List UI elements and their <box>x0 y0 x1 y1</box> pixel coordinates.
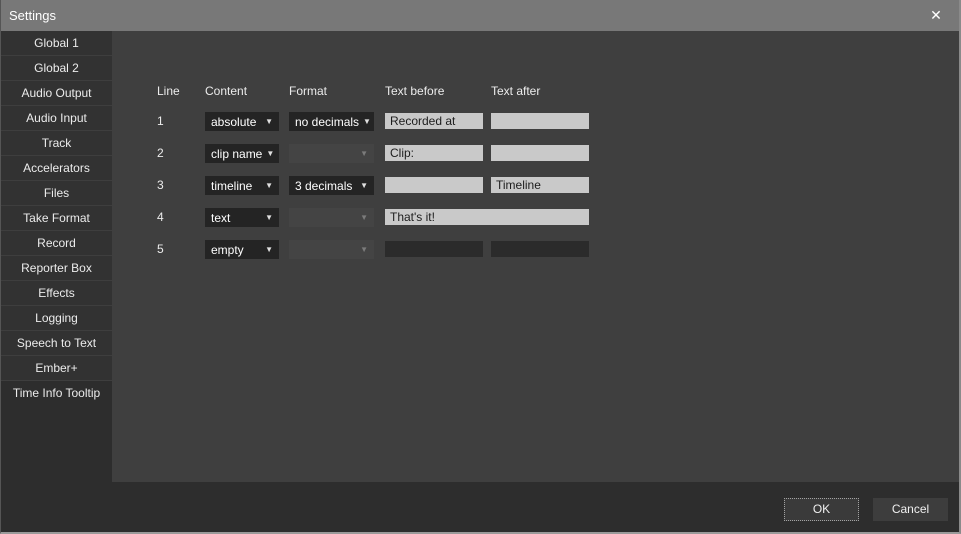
sidebar-item-global-2[interactable]: Global 2 <box>1 56 112 81</box>
format-dropdown-disabled: ▼ <box>289 144 374 163</box>
chevron-down-icon: ▼ <box>265 181 273 190</box>
format-dropdown[interactable]: 3 decimals ▼ <box>289 176 374 195</box>
text-after-input[interactable] <box>491 177 589 193</box>
window-title: Settings <box>9 0 56 31</box>
col-header-content: Content <box>205 85 289 98</box>
sidebar-item-files[interactable]: Files <box>1 181 112 206</box>
sidebar-item-logging[interactable]: Logging <box>1 306 112 331</box>
sidebar-item-speech-to-text[interactable]: Speech to Text <box>1 331 112 356</box>
text-after-input-disabled <box>491 241 589 257</box>
line-number: 1 <box>157 112 205 131</box>
time-info-tooltip-panel: Line Content Format Text before Text aft… <box>112 31 959 482</box>
format-dropdown-disabled: ▼ <box>289 208 374 227</box>
chevron-down-icon: ▼ <box>266 149 274 158</box>
col-header-text-after: Text after <box>491 85 589 98</box>
footer-bar: OK Cancel <box>1 482 959 532</box>
line-number: 3 <box>157 176 205 195</box>
sidebar-item-audio-input[interactable]: Audio Input <box>1 106 112 131</box>
sidebar-item-track[interactable]: Track <box>1 131 112 156</box>
chevron-down-icon: ▼ <box>265 245 273 254</box>
sidebar-item-accelerators[interactable]: Accelerators <box>1 156 112 181</box>
col-header-text-before: Text before <box>385 85 491 98</box>
chevron-down-icon: ▼ <box>360 149 368 158</box>
chevron-down-icon: ▼ <box>360 245 368 254</box>
text-before-input[interactable] <box>385 177 483 193</box>
sidebar-item-time-info-tooltip[interactable]: Time Info Tooltip <box>1 381 112 406</box>
titlebar[interactable]: Settings ✕ <box>1 0 959 31</box>
wide-text-input[interactable] <box>385 209 589 225</box>
table-row: 1 absolute ▼ no decimals ▼ <box>157 112 589 144</box>
text-before-input[interactable] <box>385 145 483 161</box>
table-row: 3 timeline ▼ 3 decimals ▼ <box>157 176 589 208</box>
chevron-down-icon: ▼ <box>360 181 368 190</box>
sidebar-item-audio-output[interactable]: Audio Output <box>1 81 112 106</box>
text-after-input[interactable] <box>491 145 589 161</box>
content-dropdown[interactable]: text ▼ <box>205 208 279 227</box>
table-row: 5 empty ▼ ▼ <box>157 240 589 272</box>
cancel-button[interactable]: Cancel <box>873 498 948 521</box>
text-after-input[interactable] <box>491 113 589 129</box>
chevron-down-icon: ▼ <box>363 117 371 126</box>
sidebar-item-take-format[interactable]: Take Format <box>1 206 112 231</box>
sidebar-item-ember[interactable]: Ember+ <box>1 356 112 381</box>
table-row: 2 clip name ▼ ▼ <box>157 144 589 176</box>
format-dropdown[interactable]: no decimals ▼ <box>289 112 374 131</box>
line-number: 4 <box>157 208 205 227</box>
sidebar-item-record[interactable]: Record <box>1 231 112 256</box>
sidebar-item-global-1[interactable]: Global 1 <box>1 31 112 56</box>
close-icon[interactable]: ✕ <box>921 0 951 31</box>
chevron-down-icon: ▼ <box>265 117 273 126</box>
content-dropdown[interactable]: timeline ▼ <box>205 176 279 195</box>
content-dropdown[interactable]: clip name ▼ <box>205 144 279 163</box>
sidebar-item-effects[interactable]: Effects <box>1 281 112 306</box>
line-number: 5 <box>157 240 205 259</box>
ok-button[interactable]: OK <box>784 498 859 521</box>
content-dropdown[interactable]: absolute ▼ <box>205 112 279 131</box>
format-dropdown-disabled: ▼ <box>289 240 374 259</box>
col-header-format: Format <box>289 85 385 98</box>
settings-window: Settings ✕ Global 1 Global 2 Audio Outpu… <box>0 0 961 534</box>
table-row: 4 text ▼ ▼ <box>157 208 589 240</box>
text-before-input[interactable] <box>385 113 483 129</box>
tooltip-lines-table: Line Content Format Text before Text aft… <box>157 85 589 272</box>
table-header: Line Content Format Text before Text aft… <box>157 85 589 98</box>
col-header-line: Line <box>157 85 205 98</box>
sidebar-item-reporter-box[interactable]: Reporter Box <box>1 256 112 281</box>
chevron-down-icon: ▼ <box>360 213 368 222</box>
content-dropdown[interactable]: empty ▼ <box>205 240 279 259</box>
text-before-input-disabled <box>385 241 483 257</box>
chevron-down-icon: ▼ <box>265 213 273 222</box>
line-number: 2 <box>157 144 205 163</box>
sidebar: Global 1 Global 2 Audio Output Audio Inp… <box>1 31 112 532</box>
